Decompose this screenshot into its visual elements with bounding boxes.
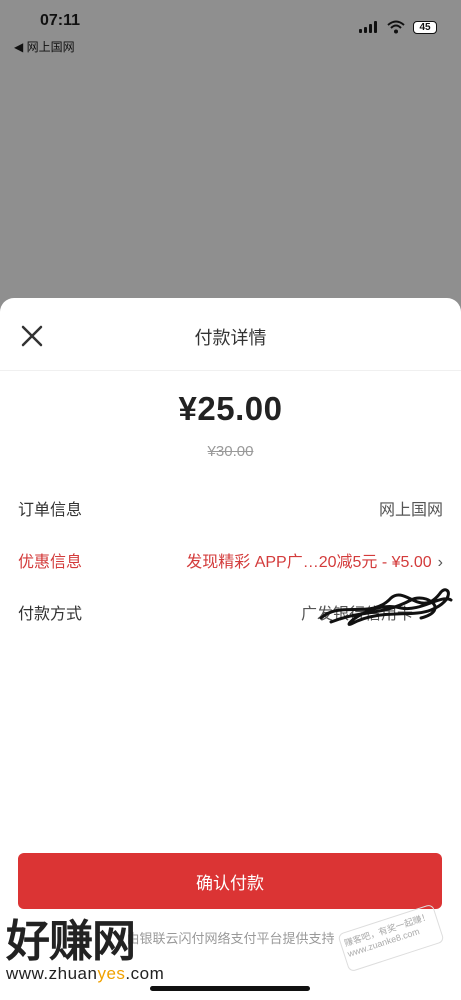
chevron-right-icon: › [437,554,443,571]
order-info-label: 订单信息 [18,502,83,519]
wifi-icon [387,20,405,34]
order-info-row: 订单信息 网上国网 [18,496,443,520]
battery-icon: 45 [413,20,437,34]
watermark-text: 好赚网 [6,917,136,966]
watermark-url-prefix: www.zhuan [6,964,98,983]
watermark-url-suffix: .com [125,964,165,983]
sheet-title: 付款详情 [194,328,267,348]
order-info-value: 网上国网 [378,502,443,519]
watermark-logo: 好赚网 www.zhuanyes.com [6,920,196,990]
payment-amount: ¥25.00 [178,390,283,427]
status-bar: 07:11 ◀ 网上国网 45 [0,0,461,62]
original-amount: ¥30.00 [207,443,254,460]
back-to-app-link[interactable]: ◀ 网上国网 [14,38,75,55]
redaction-scribble [319,588,453,626]
home-indicator[interactable] [150,986,310,991]
discount-value-wrap: 发现精彩 APP广…20减5元 - ¥5.00 › [186,548,443,572]
sheet-header: 付款详情 [0,298,461,371]
discount-value: 发现精彩 APP广…20减5元 - ¥5.00 [186,554,432,571]
payment-method-label: 付款方式 [18,606,83,623]
status-time: 07:11 [40,12,81,29]
watermark-url-highlight: yes [97,964,126,983]
confirm-payment-button[interactable]: 确认付款 [18,853,442,909]
payment-sheet: 付款详情 ¥25.00 ¥30.00 订单信息 网上国网 优惠信息 发现精彩 A… [0,298,461,1000]
discount-row[interactable]: 优惠信息 发现精彩 APP广…20减5元 - ¥5.00 › [18,548,443,572]
watermark-url: www.zhuanyes.com [6,964,196,984]
signal-icon [359,21,379,33]
discount-label: 优惠信息 [18,554,83,571]
status-icons: 45 [359,20,437,34]
